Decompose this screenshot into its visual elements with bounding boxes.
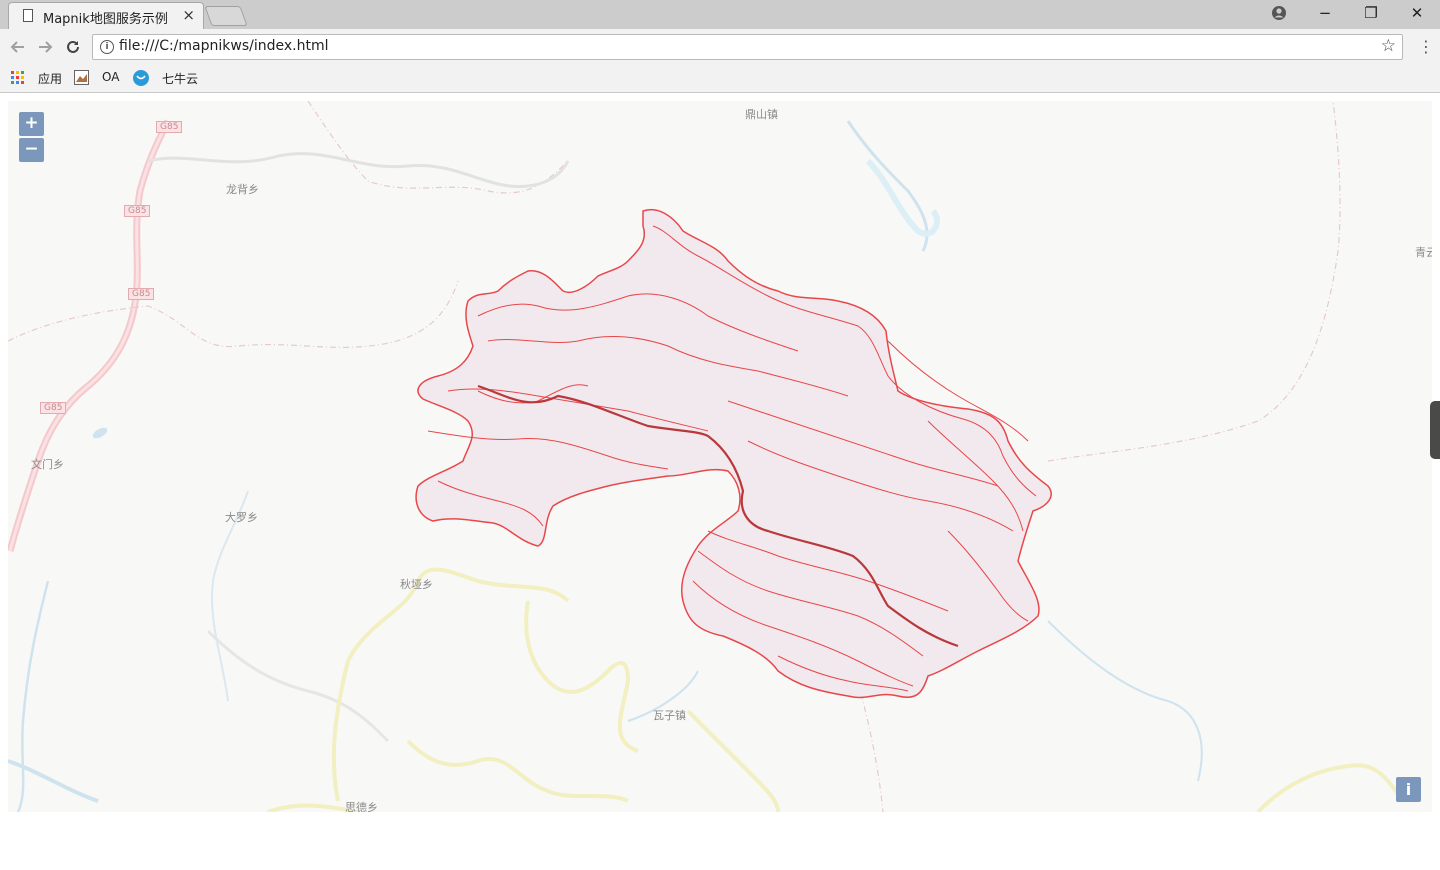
- restore-button[interactable]: ❐: [1361, 4, 1381, 22]
- bookmark-apps[interactable]: 应用: [38, 70, 62, 87]
- contour-overlay[interactable]: [415, 209, 1052, 699]
- reload-icon[interactable]: [65, 39, 81, 55]
- place-label-qiuya: 秋垭乡: [400, 578, 433, 591]
- place-label-wazi: 瓦子镇: [653, 709, 686, 722]
- bookmark-qiniu[interactable]: 七牛云: [162, 70, 198, 87]
- place-label-longbei: 龙背乡: [226, 183, 259, 196]
- road-shield-2: G85: [124, 205, 151, 217]
- side-panel-handle[interactable]: [1430, 401, 1440, 459]
- browser-menu-icon[interactable]: ⋮: [1418, 37, 1434, 56]
- qiniu-favicon-icon: [133, 70, 149, 86]
- place-label-side: 思德乡: [345, 801, 378, 812]
- zoom-control: + −: [19, 112, 44, 164]
- place-label-daluo: 大罗乡: [225, 511, 258, 524]
- browser-chrome: Mapnik地图服务示例 × − ❐ ✕ i file:///C:/mapnik…: [0, 0, 1440, 93]
- back-arrow-icon[interactable]: [10, 39, 26, 55]
- oa-favicon-icon: [74, 70, 89, 85]
- browser-tab[interactable]: Mapnik地图服务示例 ×: [8, 2, 204, 29]
- minimize-button[interactable]: −: [1315, 4, 1335, 22]
- road-shield-1: G85: [156, 121, 183, 133]
- tab-strip: Mapnik地图服务示例 × − ❐ ✕: [0, 0, 1440, 29]
- place-label-dingshan: 鼎山镇: [745, 108, 778, 121]
- forward-arrow-icon[interactable]: [37, 39, 53, 55]
- apps-grid-icon[interactable]: [11, 71, 24, 84]
- road-shield-3: G85: [128, 288, 155, 300]
- new-tab-button[interactable]: [204, 6, 248, 26]
- tab-title: Mapnik地图服务示例: [43, 12, 168, 27]
- zoom-out-button[interactable]: −: [19, 138, 44, 162]
- document-icon: [23, 9, 33, 22]
- attribution-info-button[interactable]: i: [1396, 777, 1421, 802]
- map-viewport[interactable]: G85 G85 G85 G85 鼎山镇 龙背乡 青云 文门乡 大罗乡 秋垭乡 瓦…: [8, 101, 1432, 812]
- basemap-layer: [8, 101, 1405, 812]
- url-text[interactable]: file:///C:/mapnikws/index.html: [119, 38, 328, 54]
- tab-close-button[interactable]: ×: [182, 6, 195, 24]
- road-shield-4: G85: [40, 402, 67, 414]
- place-label-qing: 青云: [1415, 246, 1432, 259]
- site-info-icon[interactable]: i: [100, 40, 114, 54]
- zoom-in-button[interactable]: +: [19, 112, 44, 136]
- bookmark-star-icon[interactable]: ☆: [1381, 36, 1396, 56]
- bookmarks-bar: 应用 OA 七牛云: [0, 65, 1440, 93]
- profile-icon[interactable]: [1271, 5, 1287, 21]
- close-window-button[interactable]: ✕: [1407, 4, 1427, 22]
- bookmark-oa[interactable]: OA: [102, 70, 119, 84]
- browser-toolbar: i file:///C:/mapnikws/index.html ☆ ⋮: [0, 29, 1440, 65]
- address-bar[interactable]: i file:///C:/mapnikws/index.html ☆: [92, 34, 1403, 60]
- place-label-wenmen: 文门乡: [31, 458, 64, 471]
